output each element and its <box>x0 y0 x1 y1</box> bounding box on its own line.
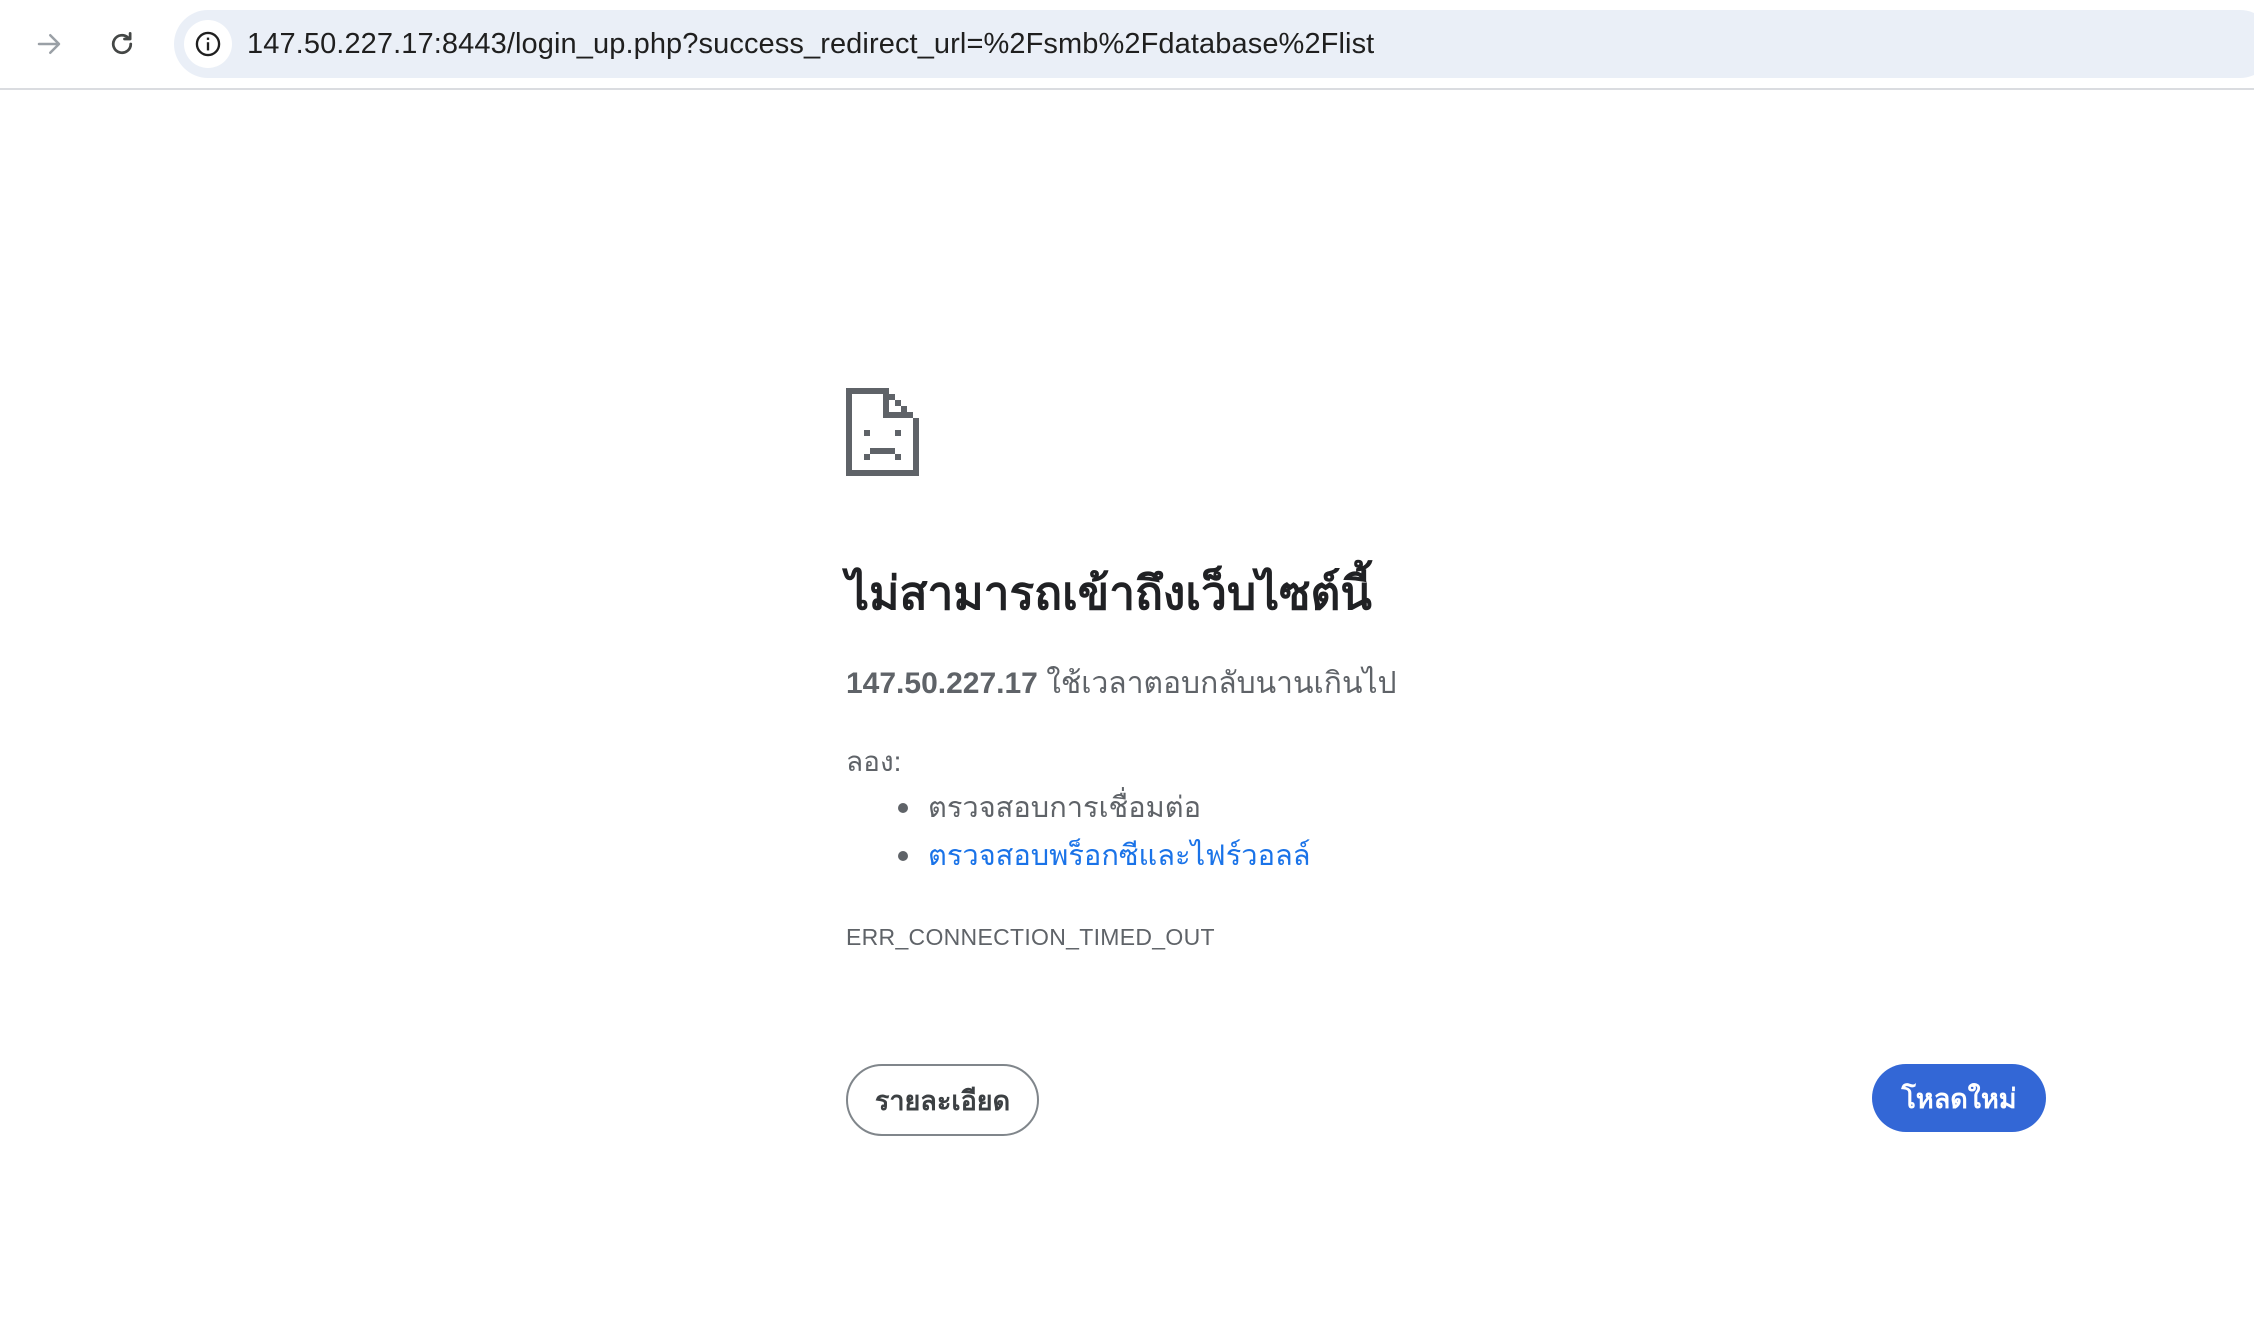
arrow-right-icon <box>37 34 61 54</box>
reload-icon <box>111 32 133 55</box>
try-label: ลอง: <box>846 746 902 777</box>
reload-button[interactable]: โหลดใหม่ <box>1872 1064 2046 1132</box>
error-heading: ไม่สามารถเข้าถึงเว็บไซต์นี้ <box>846 567 1372 619</box>
sad-document-icon <box>846 388 919 476</box>
browser-toolbar: 147.50.227.17:8443/login_up.php?success_… <box>0 0 2254 90</box>
error-host: 147.50.227.17 <box>846 667 1038 700</box>
bullet-icon <box>898 851 908 861</box>
bullet-icon <box>898 803 908 813</box>
reload-toolbar-button[interactable] <box>93 15 151 73</box>
suggestion-check-connection: ตรวจสอบการเชื่อมต่อ <box>898 784 1311 832</box>
info-icon <box>195 31 221 57</box>
address-bar[interactable]: 147.50.227.17:8443/login_up.php?success_… <box>174 10 2254 78</box>
forward-button[interactable] <box>20 15 78 73</box>
site-info-button[interactable] <box>184 20 232 68</box>
error-summary: 147.50.227.17 ใช้เวลาตอบกลับนานเกินไป <box>846 664 1397 703</box>
details-button[interactable]: รายละเอียด <box>846 1064 1039 1136</box>
suggestions-list: ตรวจสอบการเชื่อมต่อ ตรวจสอบพร็อกซีและไฟร… <box>898 784 1311 880</box>
error-summary-text: ใช้เวลาตอบกลับนานเกินไป <box>1037 667 1397 700</box>
suggestion-check-proxy-firewall-link[interactable]: ตรวจสอบพร็อกซีและไฟร์วอลล์ <box>898 832 1311 880</box>
url-text[interactable]: 147.50.227.17:8443/login_up.php?success_… <box>247 10 1374 78</box>
error-code: ERR_CONNECTION_TIMED_OUT <box>846 924 1215 950</box>
